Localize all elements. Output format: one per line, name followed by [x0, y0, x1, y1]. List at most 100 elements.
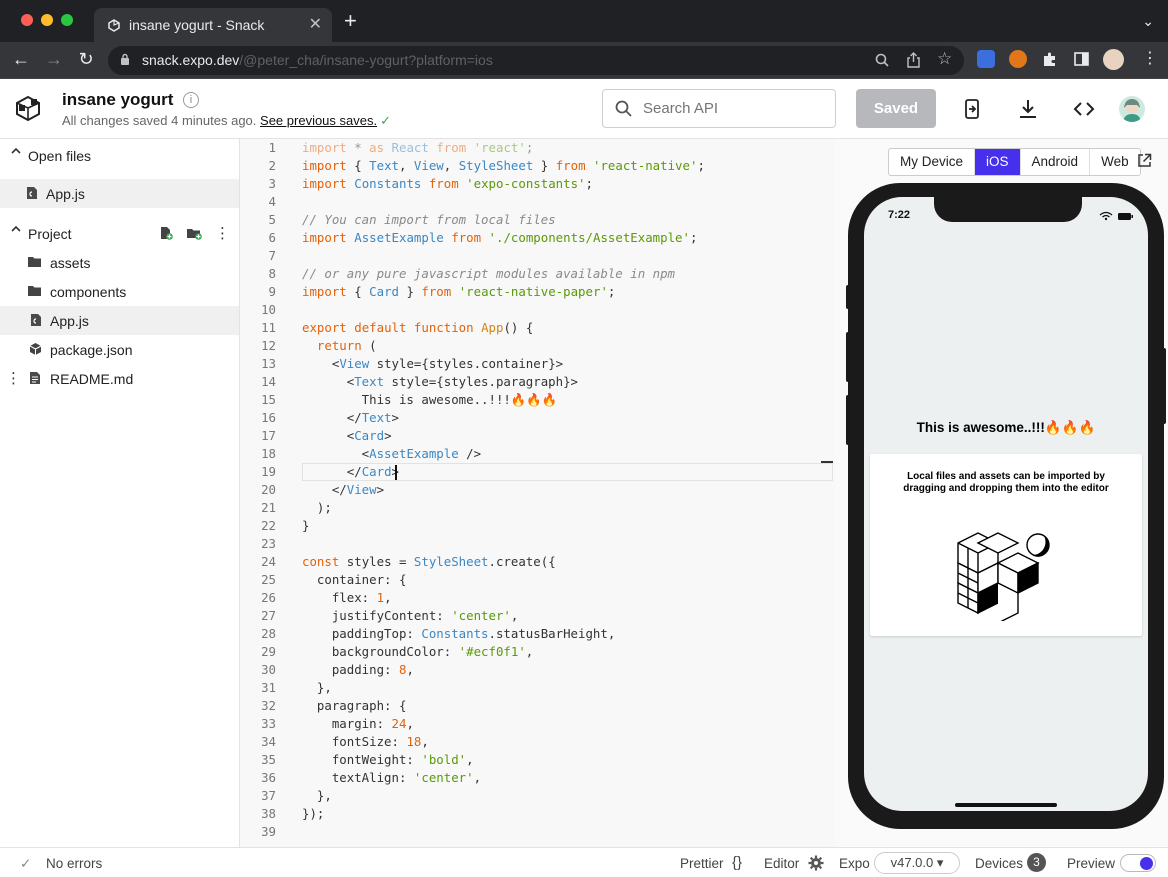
browser-tab[interactable]: insane yogurt - Snack ✕	[94, 8, 332, 42]
bookmark-star-icon[interactable]: ☆	[937, 49, 952, 69]
sidebar-item-app-js[interactable]: App.js	[0, 306, 239, 335]
code-line[interactable]: padding: 8,	[302, 662, 414, 677]
profile-avatar[interactable]	[1103, 49, 1124, 70]
code-line[interactable]: import AssetExample from './components/A…	[302, 230, 697, 245]
code-line[interactable]: paddingTop: Constants.statusBarHeight,	[302, 626, 616, 641]
project-name[interactable]: insane yogurt	[62, 90, 173, 110]
browser-menu-icon[interactable]: ⋮	[1142, 48, 1158, 68]
code-line[interactable]: // You can import from local files	[302, 212, 556, 227]
editor-settings[interactable]: Editor	[764, 856, 799, 871]
close-tab-icon[interactable]: ✕	[309, 14, 322, 34]
code-line[interactable]: },	[302, 680, 332, 695]
tab-web[interactable]: Web	[1090, 149, 1140, 175]
code-line[interactable]: This is awesome..!!!🔥🔥🔥	[302, 392, 558, 408]
url-text[interactable]: snack.expo.dev/@peter_cha/insane-yogurt?…	[142, 52, 493, 68]
sidebar-item-components[interactable]: components	[0, 277, 239, 306]
open-external-icon[interactable]	[1137, 153, 1152, 168]
open-file-app-js[interactable]: App.js	[0, 179, 239, 208]
code-line[interactable]: <Card>	[302, 428, 392, 443]
side-panel-icon[interactable]	[1074, 52, 1089, 66]
code-line[interactable]: <Text style={styles.paragraph}>	[302, 374, 578, 389]
gear-icon[interactable]	[808, 855, 824, 871]
more-options-icon[interactable]: ⋮	[6, 369, 21, 387]
reload-icon[interactable]: ↻	[75, 49, 97, 70]
code-line[interactable]: }	[302, 518, 309, 533]
code-line[interactable]: import { Text, View, StyleSheet } from '…	[302, 158, 705, 173]
code-line[interactable]: margin: 24,	[302, 716, 414, 731]
code-line[interactable]: const styles = StyleSheet.create({	[302, 554, 556, 569]
errors-status[interactable]: No errors	[46, 856, 102, 871]
code-line[interactable]: </Text>	[302, 410, 399, 425]
prettier-braces-icon[interactable]: {}	[732, 854, 742, 871]
code-line[interactable]: justifyContent: 'center',	[302, 608, 519, 623]
close-window-button[interactable]	[21, 14, 33, 26]
user-avatar[interactable]	[1119, 96, 1145, 122]
code-line[interactable]: flex: 1,	[302, 590, 392, 605]
prettier-toggle[interactable]: Prettier	[680, 856, 724, 871]
address-bar[interactable]: snack.expo.dev/@peter_cha/insane-yogurt?…	[108, 46, 964, 75]
tab-android[interactable]: Android	[1021, 149, 1091, 175]
sidebar-item-label: README.md	[50, 371, 134, 387]
line-number: 14	[261, 374, 276, 389]
extension-icon[interactable]	[977, 50, 995, 68]
line-number: 19	[261, 464, 276, 479]
code-line[interactable]: </View>	[302, 482, 384, 497]
line-number: 34	[261, 734, 276, 749]
code-line[interactable]: backgroundColor: '#ecf0f1',	[302, 644, 533, 659]
tab-search-chevron-icon[interactable]: ⌄	[1142, 13, 1154, 30]
code-line[interactable]: });	[302, 806, 324, 821]
metamask-extension-icon[interactable]	[1009, 50, 1027, 68]
md-file-icon	[30, 372, 40, 384]
export-device-icon[interactable]	[961, 98, 983, 120]
sidebar-item-readme-md[interactable]: ⋮ README.md	[0, 364, 239, 393]
devices-label[interactable]: Devices	[975, 856, 1023, 871]
code-editor[interactable]: 1 2 3 4 5 6 7 8 9 10 11 12 13 14 15 16 17 18 19 20 21 22 23 24 2…	[240, 139, 835, 847]
sidebar-item-assets[interactable]: assets	[0, 248, 239, 277]
puzzle-extensions-icon[interactable]	[1042, 51, 1058, 67]
code-line[interactable]: fontSize: 18,	[302, 734, 429, 749]
snack-logo-icon[interactable]	[15, 94, 41, 122]
new-folder-icon[interactable]	[186, 226, 202, 240]
code-line[interactable]: export default function App() {	[302, 320, 533, 335]
previous-saves-link[interactable]: See previous saves.	[260, 113, 377, 128]
code-line[interactable]: container: {	[302, 572, 407, 587]
minimize-window-button[interactable]	[41, 14, 53, 26]
code-line[interactable]: textAlign: 'center',	[302, 770, 481, 785]
line-number: 9	[268, 284, 276, 299]
code-line[interactable]: return (	[302, 338, 377, 353]
forward-arrow-icon[interactable]: →	[43, 49, 65, 70]
open-files-header[interactable]: Open files	[0, 141, 240, 169]
tab-ios[interactable]: iOS	[975, 149, 1021, 175]
share-icon[interactable]	[907, 52, 920, 68]
code-line[interactable]: },	[302, 788, 332, 803]
expo-version-select[interactable]: v47.0.0 ▾	[874, 852, 960, 874]
search-api-box[interactable]	[602, 89, 836, 128]
code-line[interactable]: import * as React from 'react';	[302, 140, 533, 155]
saved-button[interactable]: Saved	[856, 89, 936, 128]
sidebar-item-label: assets	[50, 255, 91, 271]
code-line[interactable]: fontWeight: 'bold',	[302, 752, 474, 767]
new-tab-button[interactable]: +	[344, 10, 357, 32]
new-file-icon[interactable]	[159, 226, 173, 240]
code-line[interactable]: import Constants from 'expo-constants';	[302, 176, 593, 191]
download-icon[interactable]	[1017, 98, 1039, 120]
code-line[interactable]: import { Card } from 'react-native-paper…	[302, 284, 615, 299]
code-line[interactable]: <AssetExample />	[302, 446, 481, 461]
code-line[interactable]: paragraph: {	[302, 698, 407, 713]
maximize-window-button[interactable]	[61, 14, 73, 26]
code-line[interactable]: <View style={styles.container}>	[302, 356, 563, 371]
more-options-icon[interactable]: ⋮	[215, 224, 230, 242]
embed-code-icon[interactable]	[1073, 98, 1095, 120]
code-line[interactable]: );	[302, 500, 332, 515]
tab-my-device[interactable]: My Device	[889, 149, 976, 175]
search-input[interactable]	[643, 100, 823, 117]
sidebar-item-package-json[interactable]: package.json	[0, 335, 239, 364]
preview-toggle[interactable]	[1120, 854, 1156, 872]
code-line[interactable]: // or any pure javascript modules availa…	[302, 266, 675, 281]
zoom-search-icon[interactable]	[875, 53, 889, 67]
url-host: snack.expo.dev	[142, 52, 240, 68]
info-icon[interactable]: i	[183, 92, 199, 108]
back-arrow-icon[interactable]: ←	[10, 49, 32, 70]
js-file-icon	[31, 314, 41, 326]
project-header[interactable]: Project ⋮	[0, 219, 240, 247]
